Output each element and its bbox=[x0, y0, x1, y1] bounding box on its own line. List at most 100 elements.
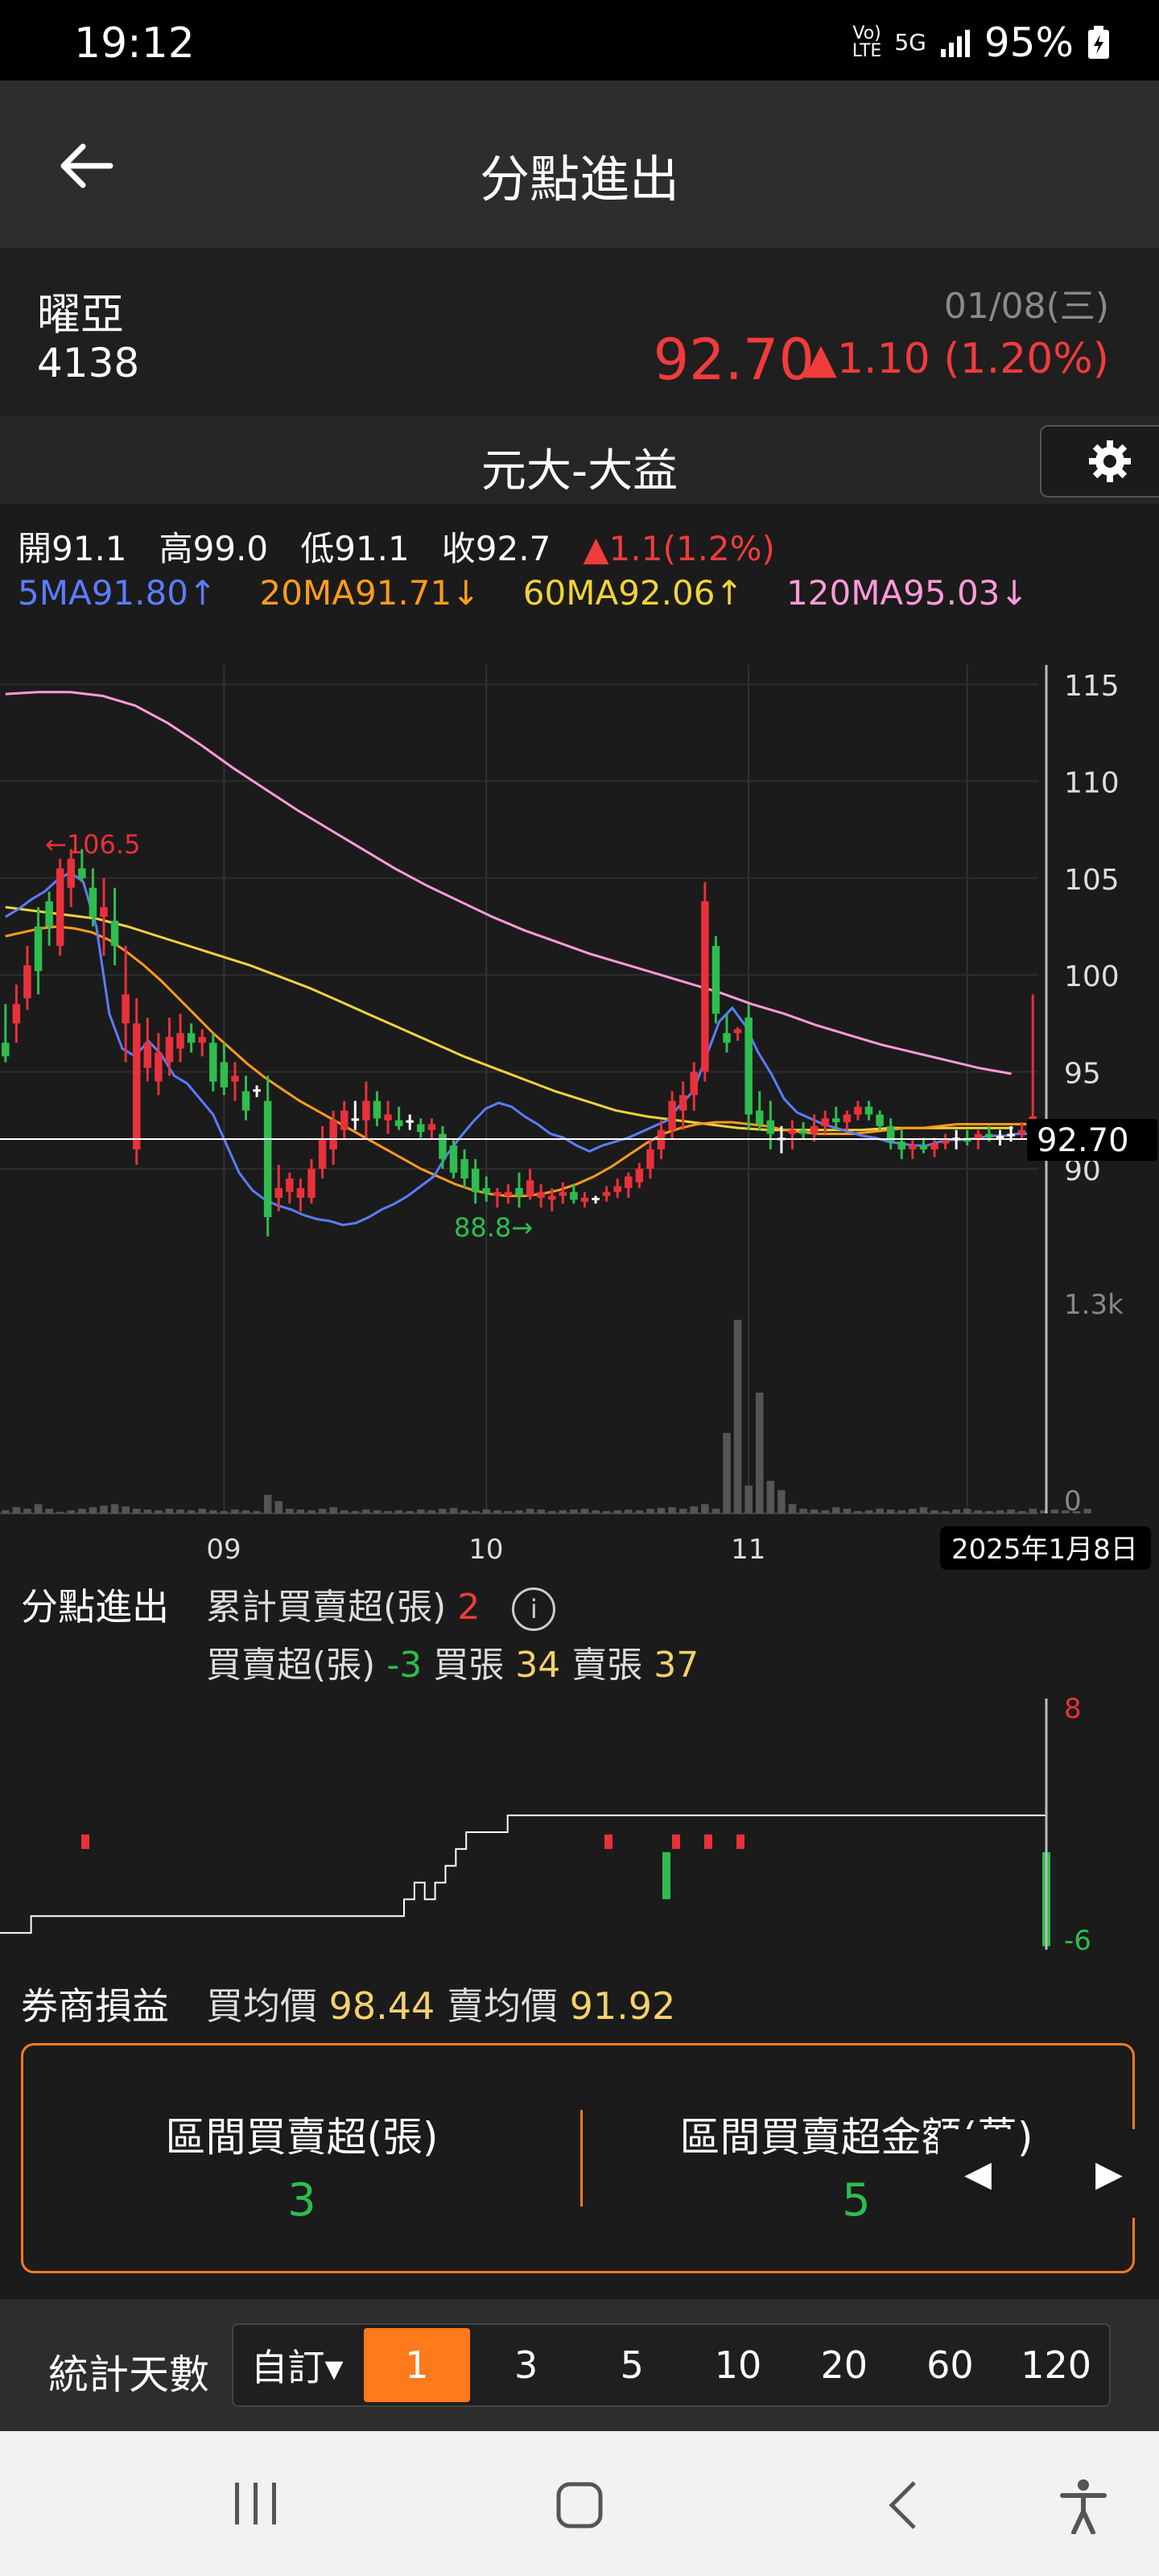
candle-body bbox=[340, 1110, 349, 1130]
volume-bar bbox=[799, 1509, 807, 1513]
candle-body bbox=[526, 1180, 534, 1196]
interval-summary-card: 區間買賣超(張) 3 區間買賣超金額(萬) 5 ◀ ▶ bbox=[21, 2043, 1144, 2273]
settings-button[interactable] bbox=[1040, 425, 1159, 497]
candle-body bbox=[1007, 1133, 1015, 1137]
candle-body bbox=[537, 1191, 545, 1198]
home-icon[interactable] bbox=[554, 2479, 605, 2531]
day-option-custom[interactable]: 自訂▾ bbox=[233, 2325, 361, 2405]
candle-body bbox=[351, 1118, 360, 1121]
broker-bar: 元大-大益 bbox=[0, 415, 1159, 504]
volume-bar bbox=[592, 1510, 600, 1513]
triangle-right-icon: ▶ bbox=[1095, 2153, 1123, 2194]
volume-bar bbox=[198, 1509, 206, 1513]
candle-body bbox=[701, 901, 709, 1072]
candle-body bbox=[34, 926, 43, 972]
info-icon[interactable]: i bbox=[512, 1587, 556, 1631]
candle-body bbox=[755, 1110, 764, 1125]
net-lots-value: 3 bbox=[287, 2174, 316, 2227]
crosshair-date: 2025年1月8日 bbox=[951, 1534, 1138, 1566]
candle-body bbox=[460, 1158, 468, 1179]
volume-bar bbox=[843, 1509, 852, 1513]
price-chart[interactable]: 11511010510095901.3k009101112 92.70 ←106… bbox=[0, 652, 1159, 1578]
candle-body bbox=[417, 1124, 425, 1133]
candle-body bbox=[941, 1139, 950, 1144]
volume-bar bbox=[930, 1510, 938, 1513]
volume-bar bbox=[274, 1501, 283, 1513]
candle-body bbox=[570, 1191, 578, 1200]
candle-body bbox=[2, 1042, 10, 1057]
day-option-5[interactable]: 5 bbox=[579, 2325, 685, 2405]
net-amount-block: 區間買賣超金額(萬) 5 bbox=[580, 2105, 1132, 2227]
candle-body bbox=[821, 1118, 829, 1126]
day-option-10[interactable]: 10 bbox=[685, 2325, 791, 2405]
volume-bar bbox=[362, 1509, 370, 1513]
candle-body bbox=[766, 1120, 775, 1134]
volume-bar bbox=[646, 1509, 654, 1513]
day-option-60[interactable]: 60 bbox=[897, 2325, 1004, 2405]
candle-body bbox=[1017, 1129, 1026, 1134]
volume-bar bbox=[526, 1509, 534, 1513]
candle-body bbox=[471, 1168, 480, 1192]
cumulative-line bbox=[0, 1814, 1046, 1934]
candle-body bbox=[711, 946, 720, 1014]
candle-body bbox=[56, 868, 64, 947]
flow-chart[interactable]: 8 -6 bbox=[0, 1690, 1159, 1964]
volume-bar bbox=[876, 1509, 884, 1513]
back-chevron-icon[interactable] bbox=[885, 2479, 921, 2531]
volume-bar bbox=[231, 1509, 239, 1513]
ma120-value: 120MA95.03↓ bbox=[786, 573, 1029, 613]
y-tick-label: 100 bbox=[1064, 960, 1120, 993]
flow-y-min: -6 bbox=[1064, 1925, 1091, 1957]
accessibility-icon[interactable] bbox=[1058, 2478, 1109, 2534]
candle-body bbox=[909, 1145, 917, 1150]
volume-bar bbox=[733, 1319, 742, 1513]
recent-apps-icon[interactable] bbox=[230, 2479, 282, 2528]
app-header: 分點進出 bbox=[0, 80, 1159, 248]
candle-body bbox=[274, 1187, 283, 1198]
day-option-1[interactable]: 1 bbox=[364, 2328, 470, 2402]
day-option-20[interactable]: 20 bbox=[791, 2325, 897, 2405]
status-icons: Vo) LTE 5G 95% bbox=[852, 19, 1111, 66]
stock-change: ▲1.10 (1.20%) bbox=[804, 335, 1109, 383]
battery-icon bbox=[1088, 26, 1109, 59]
volume-bar bbox=[471, 1511, 480, 1513]
candle-body bbox=[89, 887, 97, 917]
volume-bar bbox=[613, 1510, 621, 1513]
candle-body bbox=[843, 1114, 852, 1123]
x-tick-label: 10 bbox=[468, 1534, 503, 1566]
volume-bar bbox=[351, 1511, 360, 1513]
candle-body bbox=[67, 858, 76, 888]
candle-body bbox=[307, 1168, 316, 1198]
y-tick-label: 110 bbox=[1064, 766, 1120, 799]
volume-bar bbox=[1050, 1509, 1059, 1513]
volume-bar bbox=[89, 1507, 97, 1513]
net-bar bbox=[672, 1834, 680, 1849]
day-option-120[interactable]: 120 bbox=[1003, 2325, 1109, 2405]
volume-bar bbox=[220, 1511, 229, 1513]
volume-bar bbox=[701, 1504, 709, 1513]
volume-bar bbox=[45, 1509, 53, 1513]
volume-bar bbox=[1007, 1509, 1015, 1513]
candle-body bbox=[394, 1120, 403, 1126]
candle-body bbox=[493, 1191, 501, 1196]
candle-body bbox=[504, 1191, 513, 1196]
ma60-line bbox=[5, 906, 1013, 1132]
day-option-3[interactable]: 3 bbox=[473, 2325, 580, 2405]
candle-body bbox=[362, 1100, 370, 1121]
volume-bar bbox=[744, 1485, 753, 1513]
volume-bar bbox=[394, 1510, 403, 1513]
y-tick-label: 105 bbox=[1064, 864, 1120, 897]
cumulative-value: 2 bbox=[457, 1587, 481, 1628]
volume-bar bbox=[263, 1494, 272, 1513]
prev-button[interactable]: ◀ bbox=[938, 2129, 1018, 2218]
candle-body bbox=[209, 1042, 217, 1082]
next-button[interactable]: ▶ bbox=[1083, 2129, 1144, 2218]
broker-name[interactable]: 元大-大益 bbox=[0, 435, 1159, 500]
volume-bar bbox=[854, 1511, 862, 1513]
candle-body bbox=[12, 1004, 21, 1024]
gear-icon bbox=[1089, 440, 1131, 482]
volume-bar bbox=[187, 1510, 196, 1513]
candle-body bbox=[723, 1033, 731, 1043]
open-value: 開91.1 bbox=[18, 529, 127, 568]
ma5-value: 5MA91.80↑ bbox=[18, 573, 217, 613]
